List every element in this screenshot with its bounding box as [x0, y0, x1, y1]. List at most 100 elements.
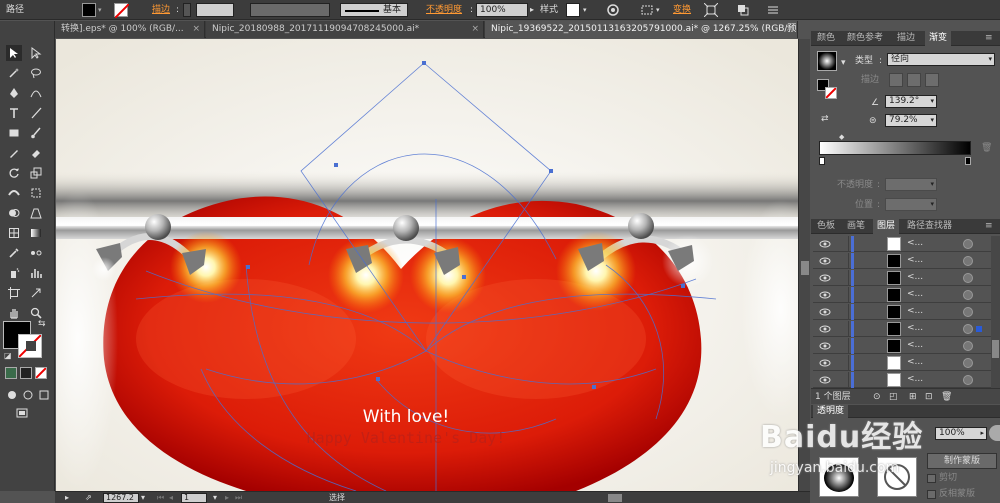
gradient-type-dropdown[interactable]: 径向 ▾	[887, 53, 995, 66]
gradient-stop-white[interactable]	[819, 157, 825, 165]
tab-pathfinder[interactable]: 路径查找器	[903, 219, 956, 234]
variable-width-dropdown[interactable]	[250, 3, 330, 17]
stroke-gradient-btn-3[interactable]	[925, 73, 939, 87]
color-mode-icon[interactable]	[5, 367, 17, 379]
slice-tool-icon[interactable]	[28, 285, 44, 301]
align-arrow[interactable]: ▾	[656, 0, 660, 20]
artboard-number-field[interactable]: 1	[181, 493, 207, 503]
width-tool-icon[interactable]	[6, 185, 22, 201]
target-circle-icon[interactable]	[963, 358, 973, 368]
visibility-eye-icon[interactable]	[819, 238, 831, 250]
artboard-dropdown-arrow[interactable]: ▾	[213, 492, 217, 503]
layer-row[interactable]: <...	[813, 236, 991, 252]
target-circle-icon[interactable]	[963, 273, 973, 283]
last-artboard-icon[interactable]: ⏭	[235, 492, 242, 503]
scrollbar-thumb[interactable]	[992, 340, 999, 358]
layer-row[interactable]: <...	[813, 270, 991, 286]
artboard-tool-icon[interactable]	[6, 285, 22, 301]
lock-toggle[interactable]	[835, 253, 849, 269]
layer-row[interactable]: <...	[813, 321, 991, 337]
mesh-tool-icon[interactable]	[6, 225, 22, 241]
draw-inside-icon[interactable]	[36, 387, 52, 403]
tab-swatches[interactable]: 色板	[813, 219, 839, 234]
layer-row[interactable]: <...	[813, 253, 991, 269]
fill-swatch[interactable]	[82, 3, 96, 17]
hand-tool-icon[interactable]	[6, 305, 22, 321]
scale-tool-icon[interactable]	[28, 165, 44, 181]
tab-gradient[interactable]: 渐变	[925, 31, 952, 46]
stroke-gradient-btn-1[interactable]	[889, 73, 903, 87]
lock-toggle[interactable]	[835, 338, 849, 354]
eraser-tool-icon[interactable]	[28, 145, 44, 161]
visibility-eye-icon[interactable]	[819, 357, 831, 369]
transparency-opacity-field[interactable]: 100% ▸	[935, 427, 987, 440]
close-icon[interactable]: ×	[192, 21, 200, 38]
target-circle-icon[interactable]	[963, 324, 973, 334]
paintbrush-tool-icon[interactable]	[28, 125, 44, 141]
tab-layers[interactable]: 图层	[873, 219, 900, 234]
clipping-mask-icon[interactable]: ◰	[889, 391, 898, 403]
stroke-swatch[interactable]	[114, 3, 130, 19]
tab-color[interactable]: 颜色	[813, 31, 839, 46]
tab-brushes[interactable]: 画笔	[843, 219, 869, 234]
stroke-weight-field[interactable]	[196, 3, 234, 17]
column-graph-tool-icon[interactable]	[28, 265, 44, 281]
next-artboard-icon[interactable]: ▸	[225, 492, 229, 503]
lock-toggle[interactable]	[835, 287, 849, 303]
pencil-tool-icon[interactable]	[6, 145, 22, 161]
layer-row[interactable]: <...	[813, 338, 991, 354]
layers-scrollbar[interactable]	[991, 236, 1000, 388]
eyedropper-tool-icon[interactable]	[6, 245, 22, 261]
fill-dropdown-arrow[interactable]: ▾	[98, 0, 102, 20]
panel-menu-icon[interactable]	[766, 3, 780, 17]
shape-builder-tool-icon[interactable]	[6, 205, 22, 221]
symbol-sprayer-tool-icon[interactable]	[6, 265, 22, 281]
target-circle-icon[interactable]	[963, 307, 973, 317]
tab-document-1[interactable]: 转换].eps* @ 100% (RGB/... ×	[55, 21, 205, 38]
gradient-mode-icon[interactable]	[20, 367, 32, 379]
tab-document-2[interactable]: Nipic_20180988_20171119094708245000.ai* …	[206, 21, 484, 38]
transform-link[interactable]: 变换	[673, 0, 691, 20]
make-mask-button[interactable]: 制作蒙版	[927, 453, 997, 469]
perspective-grid-tool-icon[interactable]	[28, 205, 44, 221]
invert-mask-checkbox[interactable]	[927, 490, 936, 499]
gradient-stop-black[interactable]	[965, 157, 971, 165]
visibility-eye-icon[interactable]	[819, 289, 831, 301]
screen-mode-icon[interactable]	[14, 405, 30, 421]
blend-tool-icon[interactable]	[28, 245, 44, 261]
stop-position-field[interactable]: ▾	[885, 198, 937, 211]
draw-normal-icon[interactable]	[4, 387, 20, 403]
selection-tool-icon[interactable]	[6, 45, 22, 61]
angle-field[interactable]: 139.2° ▾	[885, 95, 937, 108]
new-layer-icon[interactable]: ⊡	[925, 391, 933, 403]
close-icon[interactable]: ×	[785, 21, 793, 38]
zoom-arrow[interactable]: ▾	[141, 492, 145, 503]
curvature-tool-icon[interactable]	[28, 85, 44, 101]
visibility-eye-icon[interactable]	[819, 374, 831, 386]
arrange-icon[interactable]	[736, 3, 750, 17]
graphic-style-swatch[interactable]	[566, 3, 580, 17]
align-icon[interactable]	[640, 3, 654, 17]
pen-tool-icon[interactable]	[6, 85, 22, 101]
gradient-slider[interactable]	[819, 141, 971, 155]
swap-colors-icon[interactable]: ⇆	[38, 319, 46, 329]
stroke-gradient-btn-2[interactable]	[907, 73, 921, 87]
visibility-eye-icon[interactable]	[819, 340, 831, 352]
delete-layer-icon[interactable]: 🗑	[941, 391, 952, 403]
stroke-link[interactable]: 描边	[152, 0, 170, 20]
close-icon[interactable]: ×	[471, 21, 479, 38]
gradient-tool-icon[interactable]	[28, 225, 44, 241]
lock-toggle[interactable]	[835, 372, 849, 388]
gradient-preview-swatch[interactable]	[817, 51, 837, 71]
lock-toggle[interactable]	[835, 270, 849, 286]
tab-stroke[interactable]: 描边	[893, 31, 919, 46]
visibility-eye-icon[interactable]	[819, 323, 831, 335]
zoom-field[interactable]: 1267.2	[103, 493, 139, 503]
delete-stop-icon[interactable]: 🗑	[981, 142, 992, 154]
first-artboard-icon[interactable]: ⏮	[157, 492, 164, 503]
target-circle-icon[interactable]	[963, 256, 973, 266]
layer-row[interactable]: <...	[813, 287, 991, 303]
artboard-nav-icon[interactable]: ▸	[65, 492, 69, 503]
line-tool-icon[interactable]	[28, 105, 44, 121]
visibility-eye-icon[interactable]	[819, 306, 831, 318]
